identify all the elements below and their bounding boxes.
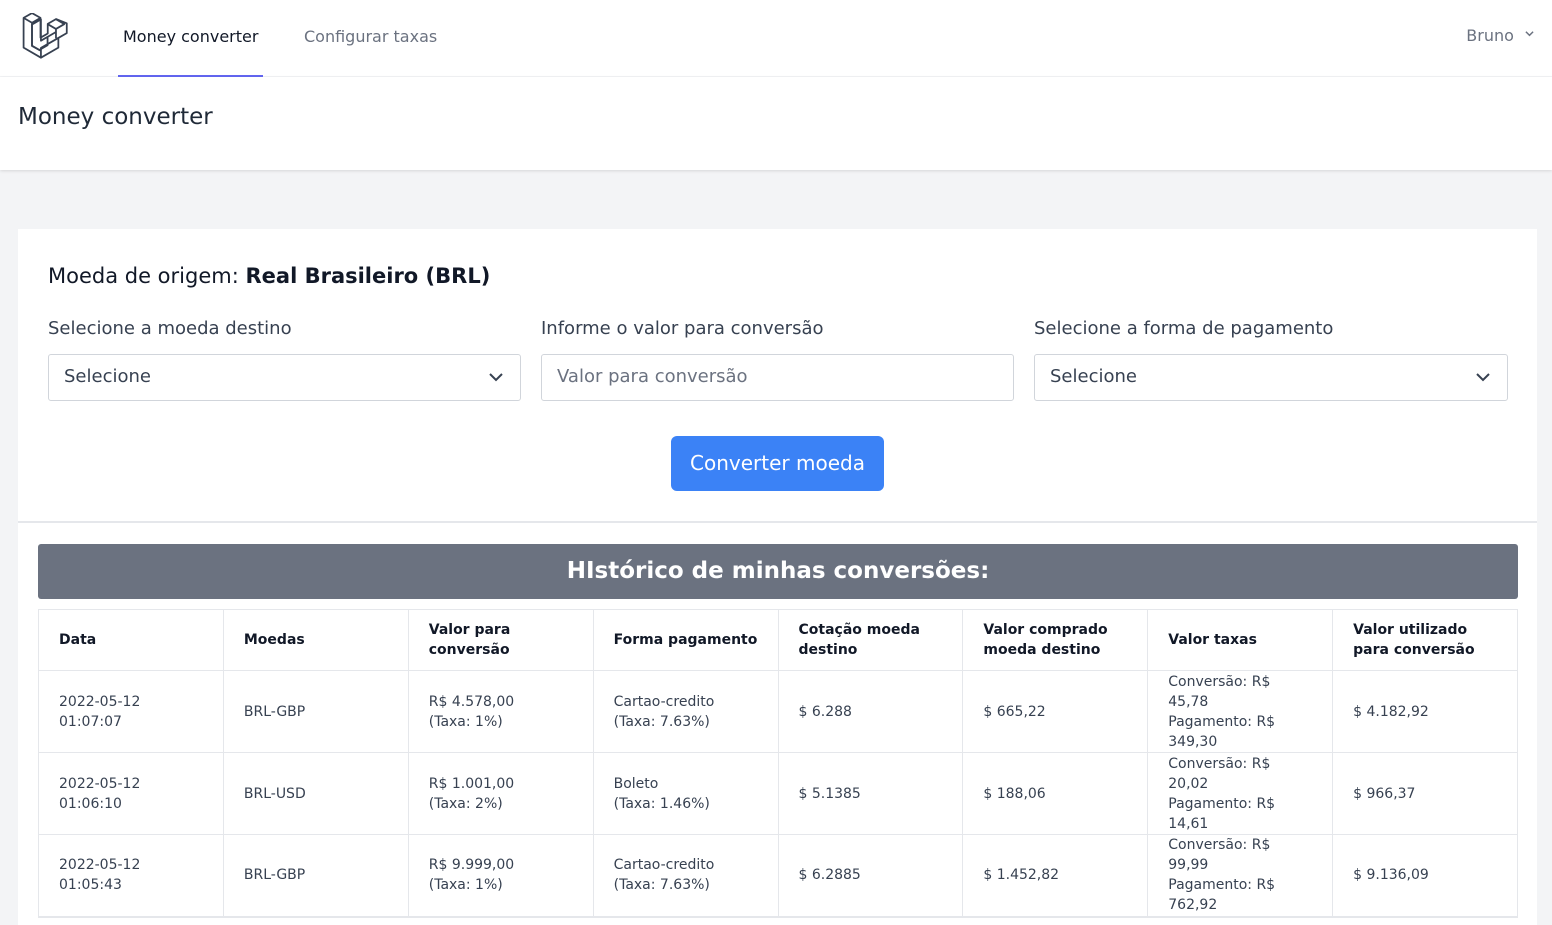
origin-value: Real Brasileiro (BRL) (245, 264, 491, 288)
cell-date: 2022-05-12 01:06:10 (38, 752, 224, 835)
cell-payment: Cartao-credito (Taxa: 7.63%) (592, 670, 779, 753)
cell-used: $ 4.182,92 (1332, 670, 1518, 753)
col-valor-conversao: Valor para conversão (407, 609, 594, 671)
top-nav: Money converter Configurar taxas Bruno (0, 0, 1552, 77)
cell-pair: BRL-USD (222, 752, 409, 835)
col-cotacao: Cotação moeda destino (777, 609, 964, 671)
amount-fee-text: (Taxa: 1%) (428, 877, 503, 894)
payment-text: Cartao-credito (613, 857, 715, 874)
origin-label: Moeda de origem: (48, 264, 239, 288)
col-forma-pagamento: Forma pagamento (592, 609, 779, 671)
laravel-logo-icon[interactable] (22, 13, 68, 59)
cell-fees: Conversão: R$ 45,78 Pagamento: R$ 349,30 (1147, 670, 1334, 753)
target-currency-select[interactable]: Selecione (48, 354, 521, 401)
cell-pair: BRL-GBP (222, 834, 409, 918)
chevron-down-icon (1525, 31, 1534, 37)
cell-used: $ 966,37 (1332, 752, 1518, 835)
col-data: Data (38, 609, 224, 671)
payment-text: Cartao-credito (613, 693, 715, 710)
date-text: 2022-05-12 (59, 857, 141, 874)
user-menu[interactable]: Bruno (1466, 0, 1534, 72)
amount-fee-text: (Taxa: 1%) (428, 713, 503, 730)
payment-select[interactable]: Selecione (1034, 354, 1508, 401)
amount-text: R$ 4.578,00 (428, 693, 515, 710)
fees-conv-text: Conversão: R$ 20,02 (1168, 755, 1271, 792)
cell-amount: R$ 1.001,00 (Taxa: 2%) (407, 752, 594, 835)
time-text: 01:05:43 (59, 877, 122, 894)
payment-value: Selecione (1050, 366, 1137, 387)
convert-button[interactable]: Converter moeda (671, 436, 884, 491)
page-header: Money converter (0, 77, 1552, 170)
nav-money-converter[interactable]: Money converter (118, 0, 264, 77)
target-currency-label: Selecione a moeda destino (48, 318, 292, 339)
col-moedas: Moedas (222, 609, 409, 671)
cell-fees: Conversão: R$ 99,99 Pagamento: R$ 762,92 (1147, 834, 1334, 918)
chevron-down-icon (1476, 373, 1490, 382)
col-valor-comprado: Valor comprado moeda destino (962, 609, 1149, 671)
fees-pay-text: Pagamento: R$ 349,30 (1168, 713, 1276, 750)
cell-payment: Boleto (Taxa: 1.46%) (592, 752, 779, 835)
fees-conv-text: Conversão: R$ 45,78 (1168, 673, 1271, 710)
payment-label: Selecione a forma de pagamento (1034, 318, 1334, 339)
amount-label: Informe o valor para conversão (541, 318, 824, 339)
history-title: HIstórico de minhas conversões: (38, 544, 1518, 599)
cell-rate: $ 6.2885 (777, 834, 964, 918)
amount-fee-text: (Taxa: 2%) (428, 795, 503, 812)
table-row: 2022-05-12 01:06:10 BRL-USD R$ 1.001,00 (T… (38, 752, 1518, 835)
history-table: Data Moedas Valor para conversão Forma p… (38, 609, 1518, 918)
cell-bought: $ 188,06 (962, 752, 1149, 835)
time-text: 01:07:07 (59, 713, 122, 730)
cell-date: 2022-05-12 01:07:07 (38, 670, 224, 753)
cell-rate: $ 6.288 (777, 670, 964, 753)
cell-fees: Conversão: R$ 20,02 Pagamento: R$ 14,61 (1147, 752, 1334, 835)
table-row: 2022-05-12 01:07:07 BRL-GBP R$ 4.578,00 (T… (38, 670, 1518, 753)
target-currency-value: Selecione (64, 366, 151, 387)
cell-payment: Cartao-credito (Taxa: 7.63%) (592, 834, 779, 918)
time-text: 01:06:10 (59, 795, 122, 812)
origin-currency: Moeda de origem: Real Brasileiro (BRL) (48, 264, 490, 288)
payment-fee-text: (Taxa: 7.63%) (613, 877, 710, 894)
payment-fee-text: (Taxa: 7.63%) (613, 713, 710, 730)
user-name: Bruno (1466, 26, 1514, 45)
col-valor-taxas: Valor taxas (1147, 609, 1334, 671)
nav-configurar-taxas[interactable]: Configurar taxas (299, 0, 442, 77)
cell-used: $ 9.136,09 (1332, 834, 1518, 918)
fees-pay-text: Pagamento: R$ 762,92 (1168, 877, 1276, 914)
cell-amount: R$ 4.578,00 (Taxa: 1%) (407, 670, 594, 753)
fees-pay-text: Pagamento: R$ 14,61 (1168, 795, 1276, 832)
amount-text: R$ 1.001,00 (428, 775, 515, 792)
converter-card: Moeda de origem: Real Brasileiro (BRL) S… (18, 229, 1537, 925)
amount-input[interactable]: Valor para conversão (541, 354, 1014, 401)
cell-bought: $ 1.452,82 (962, 834, 1149, 918)
chevron-down-icon (489, 373, 503, 382)
cell-rate: $ 5.1385 (777, 752, 964, 835)
payment-fee-text: (Taxa: 1.46%) (613, 795, 710, 812)
cell-date: 2022-05-12 01:05:43 (38, 834, 224, 918)
amount-placeholder: Valor para conversão (557, 366, 748, 387)
amount-text: R$ 9.999,00 (428, 857, 515, 874)
fees-conv-text: Conversão: R$ 99,99 (1168, 837, 1271, 874)
page-title: Money converter (18, 104, 213, 130)
divider (18, 521, 1537, 523)
table-header-row: Data Moedas Valor para conversão Forma p… (38, 609, 1518, 671)
cell-pair: BRL-GBP (222, 670, 409, 753)
cell-amount: R$ 9.999,00 (Taxa: 1%) (407, 834, 594, 918)
cell-bought: $ 665,22 (962, 670, 1149, 753)
col-valor-utilizado: Valor utilizado para conversão (1332, 609, 1518, 671)
table-row: 2022-05-12 01:05:43 BRL-GBP R$ 9.999,00 (T… (38, 834, 1518, 918)
date-text: 2022-05-12 (59, 693, 141, 710)
payment-text: Boleto (613, 775, 659, 792)
date-text: 2022-05-12 (59, 775, 141, 792)
